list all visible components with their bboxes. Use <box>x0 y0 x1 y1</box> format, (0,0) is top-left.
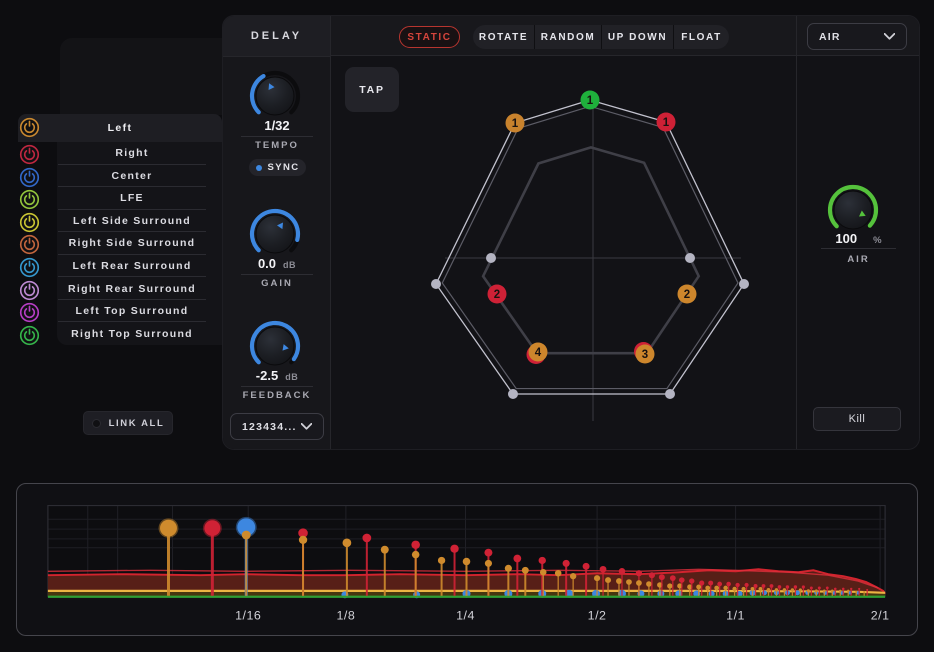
tempo-knob[interactable] <box>247 68 303 124</box>
sync-led <box>256 165 262 171</box>
power-icon[interactable] <box>19 280 40 301</box>
power-icon[interactable] <box>19 212 40 233</box>
channel-row[interactable]: Left Rear Surround <box>58 255 206 278</box>
tempo-label: TEMPO <box>223 140 331 151</box>
channel-row[interactable]: LFE <box>58 187 206 210</box>
channel-row[interactable]: Center <box>58 165 206 188</box>
power-icon[interactable] <box>19 325 40 346</box>
svg-text:3: 3 <box>642 349 648 361</box>
channel-row[interactable]: Right Side Surround <box>58 232 206 255</box>
gain-value: 0.0dB <box>223 256 331 272</box>
svg-text:1/1: 1/1 <box>726 608 745 622</box>
svg-text:1/2: 1/2 <box>588 608 607 622</box>
tap-display-chart[interactable]: 1/16 1/8 1/4 1/2 1/1 2/1 <box>17 484 916 634</box>
sidebar-top-panel <box>60 38 222 115</box>
channel-list: Right Center LFE Left Side Surround Righ… <box>57 142 228 345</box>
mode-group: ROTATE RANDOM UP DOWN FLOAT <box>473 25 729 49</box>
svg-text:1/8: 1/8 <box>336 608 355 622</box>
chevron-down-icon <box>884 33 895 40</box>
selected-channel-label: Left <box>108 122 133 134</box>
svg-text:1: 1 <box>663 117 670 129</box>
svg-text:4: 4 <box>535 347 542 359</box>
air-label: AIR <box>796 254 920 265</box>
main-panel: DELAY 1/32 TEMPO SYNC 0.0dB GAIN -2.5dB … <box>222 15 920 450</box>
svg-text:1/16: 1/16 <box>235 608 261 622</box>
channel-row[interactable]: Right Top Surround <box>58 322 206 345</box>
surround-panner[interactable]: 1 1 1 2 2 4 3 <box>331 56 796 450</box>
channel-row[interactable]: Left Side Surround <box>58 210 206 233</box>
gain-knob[interactable] <box>247 206 303 262</box>
power-icon[interactable] <box>19 189 40 210</box>
mode-rotate-button[interactable]: ROTATE <box>473 25 535 49</box>
svg-text:2: 2 <box>684 289 690 301</box>
mode-random-button[interactable]: RANDOM <box>535 25 602 49</box>
feedback-label: FEEDBACK <box>223 390 331 401</box>
gain-label: GAIN <box>223 278 331 289</box>
channel-row[interactable]: Left Top Surround <box>58 300 206 323</box>
svg-text:1/4: 1/4 <box>456 608 475 622</box>
air-value: 100% <box>796 231 920 247</box>
power-icon[interactable] <box>19 144 40 165</box>
power-icon[interactable] <box>19 117 40 138</box>
chevron-down-icon <box>301 423 312 430</box>
channel-row[interactable]: Right <box>58 142 206 165</box>
svg-text:2: 2 <box>494 289 500 301</box>
channel-row[interactable]: Right Rear Surround <box>58 277 206 300</box>
mode-updown-button[interactable]: UP DOWN <box>602 25 674 49</box>
air-dropdown[interactable]: AIR <box>807 23 907 50</box>
mode-float-button[interactable]: FLOAT <box>674 25 729 49</box>
power-icon[interactable] <box>19 302 40 323</box>
mode-static-button[interactable]: STATIC <box>399 26 460 48</box>
power-icon[interactable] <box>19 257 40 278</box>
feedback-value: -2.5dB <box>223 368 331 384</box>
tempo-value: 1/32 <box>223 118 331 134</box>
svg-text:1: 1 <box>587 95 594 107</box>
svg-text:1: 1 <box>512 118 519 130</box>
svg-text:2/1: 2/1 <box>871 608 890 622</box>
air-knob[interactable] <box>825 182 881 238</box>
delay-section-header: DELAY <box>223 16 330 57</box>
power-icon[interactable] <box>19 234 40 255</box>
link-all-led <box>92 419 101 428</box>
kill-button[interactable]: Kill <box>813 407 901 431</box>
plugin-window: { "channels": { "selected": "Left", "ite… <box>0 0 934 652</box>
delay-section: DELAY 1/32 TEMPO SYNC 0.0dB GAIN -2.5dB … <box>223 16 331 450</box>
link-all-button[interactable]: LINK ALL <box>83 411 173 435</box>
power-icon[interactable] <box>19 167 40 188</box>
preset-dropdown[interactable]: 123434... <box>230 413 324 440</box>
sync-toggle[interactable]: SYNC <box>249 159 306 176</box>
feedback-knob[interactable] <box>247 318 303 374</box>
channel-row-selected[interactable]: Left <box>18 114 222 142</box>
tap-display-panel: 1/16 1/8 1/4 1/2 1/1 2/1 <box>16 483 918 636</box>
